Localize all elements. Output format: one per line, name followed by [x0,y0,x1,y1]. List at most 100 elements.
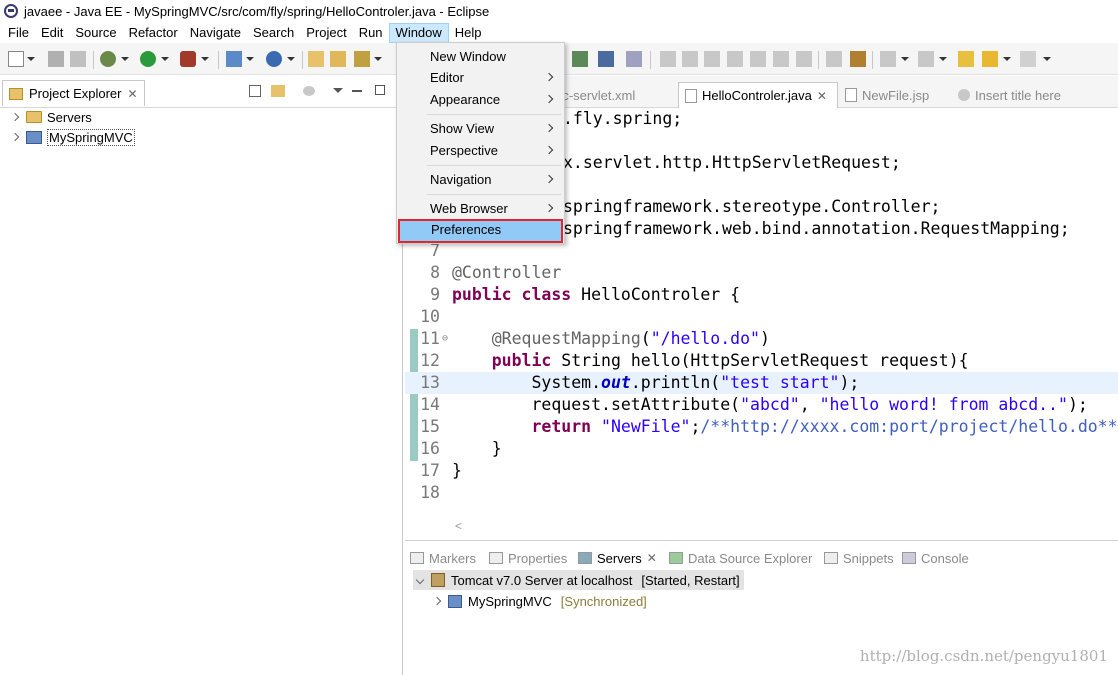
step-return-icon[interactable] [796,51,812,67]
previous-edit-icon[interactable] [918,51,934,67]
next-edit-dropdown-icon[interactable] [901,57,909,61]
step-over-icon[interactable] [773,51,789,67]
save-icon[interactable] [48,51,64,67]
last-edit-location-icon[interactable] [958,51,974,67]
menu-item-navigation[interactable]: Navigation [397,169,564,190]
menu-edit[interactable]: Edit [35,23,69,43]
terminate-icon[interactable] [704,51,720,67]
suspend-icon[interactable] [682,51,698,67]
menu-item-appearance[interactable]: Appearance [397,89,564,110]
menu-item-show-view[interactable]: Show View [397,118,564,139]
tab-properties[interactable]: Properties [489,547,567,569]
project-icon [448,594,462,608]
chevron-down-icon[interactable] [415,575,425,585]
new-server-dropdown-icon[interactable] [246,57,254,61]
tab-project-explorer[interactable]: Project Explorer ✕ [2,80,145,106]
open-resource-icon[interactable] [330,51,346,67]
menu-source[interactable]: Source [69,23,122,43]
menu-project[interactable]: Project [300,23,352,43]
debug-icon[interactable] [100,51,116,67]
new-dropdown-icon[interactable] [27,57,35,61]
menu-separator [427,114,561,115]
toggle-breadcrumb-icon[interactable] [572,51,588,67]
submenu-arrow-icon [544,203,554,213]
save-all-icon[interactable] [70,51,86,67]
minimize-icon[interactable] [352,90,362,92]
tab-snippets[interactable]: Snippets [824,547,894,569]
menu-item-web-browser[interactable]: Web Browser [397,198,564,219]
tab-markers[interactable]: Markers [410,547,476,569]
menu-search[interactable]: Search [247,23,300,43]
menu-item-editor[interactable]: Editor [397,67,564,88]
menu-help[interactable]: Help [449,23,488,43]
code-line: 10 [420,307,440,326]
scroll-left-icon[interactable]: < [455,519,462,533]
filter-icon[interactable] [303,86,315,96]
menu-item-perspective[interactable]: Perspective [397,140,564,161]
tab-servers[interactable]: Servers ✕ [578,547,657,569]
window-title: javaee - Java EE - MySpringMVC/src/com/f… [24,3,490,19]
tab-insert-title-here[interactable]: Insert title here [958,82,1061,108]
folder-icon [26,111,42,123]
next-edit-icon[interactable] [880,51,896,67]
module-row[interactable]: MySpringMVC [Synchronized] [430,591,647,611]
menu-bar: File Edit Source Refactor Navigate Searc… [0,22,1118,43]
tab-hellocontroler-java[interactable]: HelloControler.java ✕ [678,82,838,108]
tree-item-label: MySpringMVC [47,128,135,146]
menu-separator [427,194,561,195]
close-icon[interactable]: ✕ [817,89,827,103]
horizontal-scrollbar[interactable]: < [405,516,1118,536]
drop-to-frame-icon[interactable] [826,51,842,67]
new-icon[interactable] [8,51,24,67]
run-dropdown-icon[interactable] [161,57,169,61]
console-icon[interactable] [598,51,614,67]
next-annotation-icon[interactable] [850,51,866,67]
web-service-icon[interactable] [266,51,282,67]
back-icon[interactable] [982,51,998,67]
new-server-icon[interactable] [226,51,242,67]
code-line: 9 public class HelloControler { [430,285,741,304]
previous-edit-dropdown-icon[interactable] [939,57,947,61]
external-tools-dropdown-icon[interactable] [201,57,209,61]
close-icon[interactable]: ✕ [127,87,137,101]
forward-icon[interactable] [1020,51,1036,67]
menu-file[interactable]: File [2,23,35,43]
tree-item-servers[interactable]: Servers [0,107,92,127]
maximize-icon[interactable] [375,85,385,95]
tab-data-source-explorer[interactable]: Data Source Explorer [669,547,812,569]
view-menu-icon[interactable] [333,88,343,93]
search-icon[interactable] [354,51,370,67]
collapse-all-icon[interactable] [249,85,261,97]
tab-console[interactable]: Console [902,547,969,569]
console-icon [902,552,916,564]
tree-item-myspringmvc[interactable]: MySpringMVC [0,127,135,147]
chevron-right-icon[interactable] [10,112,20,122]
disconnect-icon[interactable] [727,51,743,67]
debug-dropdown-icon[interactable] [121,57,129,61]
fold-icon[interactable]: ⊖ [442,328,448,350]
resume-icon[interactable] [660,51,676,67]
server-row[interactable]: Tomcat v7.0 Server at localhost [Started… [413,570,744,590]
menu-navigate[interactable]: Navigate [184,23,247,43]
menu-refactor[interactable]: Refactor [123,23,184,43]
web-service-dropdown-icon[interactable] [287,57,295,61]
search-dropdown-icon[interactable] [374,57,382,61]
chevron-right-icon[interactable] [432,596,442,606]
back-dropdown-icon[interactable] [1003,57,1011,61]
close-icon[interactable]: ✕ [647,551,657,565]
menu-item-preferences[interactable]: Preferences [398,219,563,243]
open-type-icon[interactable] [308,51,324,67]
project-explorer-view: Project Explorer ✕ Servers MySpringMVC [0,76,403,675]
code-line: 16 } [420,439,502,458]
external-tools-icon[interactable] [180,51,196,67]
run-icon[interactable] [140,51,156,67]
step-into-icon[interactable] [750,51,766,67]
skip-breakpoints-icon[interactable] [626,51,642,67]
chevron-right-icon[interactable] [10,132,20,142]
menu-run[interactable]: Run [353,23,389,43]
forward-dropdown-icon[interactable] [1043,57,1051,61]
tab-newfile-jsp[interactable]: NewFile.jsp [845,82,929,108]
menu-item-new-window[interactable]: New Window [397,46,564,67]
menu-window[interactable]: Window [388,22,449,43]
link-with-editor-icon[interactable] [271,85,285,97]
